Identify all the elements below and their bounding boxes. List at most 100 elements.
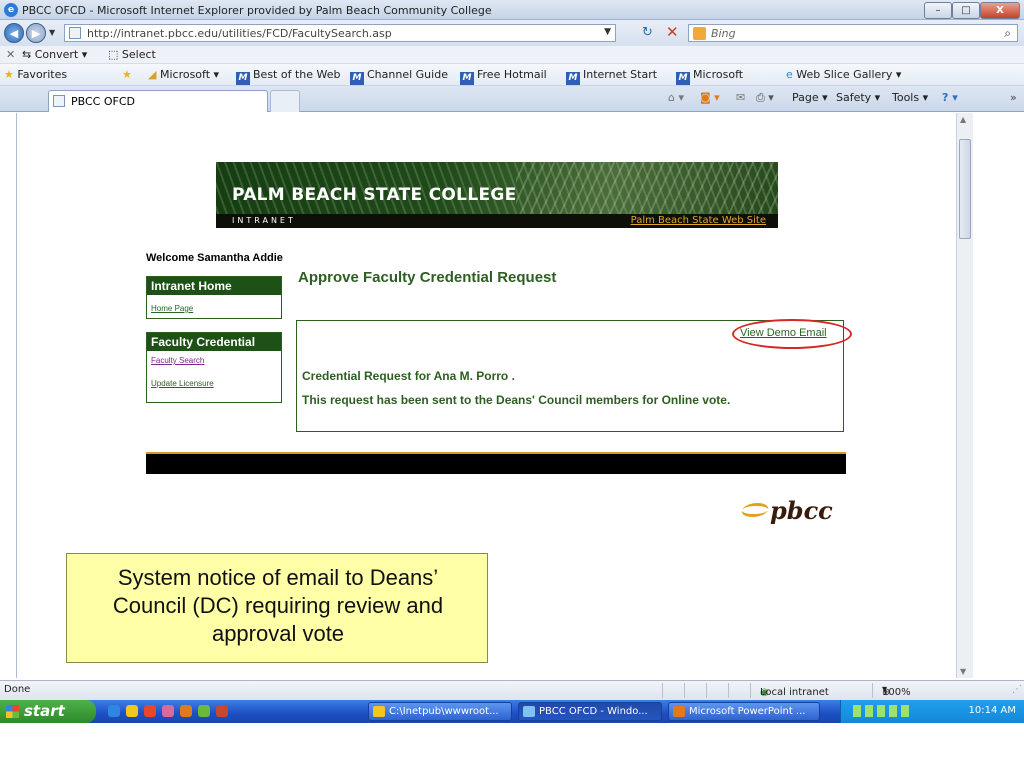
callout-text: System notice of email to Deans’ Council… [112, 565, 444, 646]
search-placeholder: Bing [711, 27, 736, 40]
college-name: PALM BEACH STATE COLLEGE [232, 185, 517, 205]
highlight-ellipse [732, 319, 852, 349]
favorites-item-web-slice-gallery[interactable]: e Web Slice Gallery ▾ [786, 68, 901, 81]
new-tab-button[interactable] [270, 90, 300, 112]
status-text: Done [4, 684, 31, 695]
request-sent-message: This request has been sent to the Deans'… [302, 393, 731, 407]
forward-button[interactable]: ▶ [26, 23, 46, 43]
footer-bar [146, 452, 846, 474]
home-page-link[interactable]: Home Page [151, 304, 193, 313]
msn-icon: M [566, 72, 580, 85]
scroll-down-icon[interactable]: ▼ [960, 667, 966, 676]
powerpoint-icon [673, 706, 685, 717]
intranet-label: INTRANET [232, 216, 296, 225]
stop-icon[interactable]: ✕ [666, 23, 679, 41]
feeds-icon[interactable]: ◙ ▾ [700, 91, 720, 104]
address-bar[interactable]: http://intranet.pbcc.edu/utilities/FCD/F… [64, 24, 616, 42]
intranet-home-box: Intranet Home Home Page [146, 276, 282, 319]
college-site-link[interactable]: Palm Beach State Web Site [631, 215, 766, 226]
system-tray: 10:14 AM [840, 700, 1024, 723]
favorites-item-microsoft-2[interactable]: M Microsoft [676, 68, 743, 85]
history-dropdown-icon[interactable]: ▼ [49, 28, 55, 37]
favorites-bar: ★ Favorites ★ ◢ Microsoft ▾ M Best of the… [0, 64, 1024, 86]
add-favorite-icon[interactable]: ★ [122, 68, 132, 81]
window-edge [973, 113, 1024, 678]
pbcc-logo: pbcc [739, 496, 833, 525]
favorites-item-channel-guide[interactable]: M Channel Guide [350, 68, 448, 85]
faculty-credential-box: Faculty Credential Faculty Search Update… [146, 332, 282, 403]
ie-logo-icon: e [4, 3, 18, 17]
faculty-search-link[interactable]: Faculty Search [151, 356, 204, 365]
annotation-callout: System notice of email to Deans’ Council… [66, 553, 488, 663]
request-for-text: Credential Request for Ana M. Porro . [302, 369, 515, 383]
tray-icons[interactable] [853, 705, 913, 717]
page-icon [69, 27, 81, 39]
resize-grip-icon[interactable]: ⋰ [1012, 684, 1022, 695]
favorites-item-microsoft[interactable]: ◢ Microsoft ▾ [148, 68, 219, 81]
quicklaunch-outlook-icon[interactable] [144, 705, 156, 717]
palm-decoration [516, 162, 778, 214]
favorites-item-internet-start[interactable]: M Internet Start [566, 68, 657, 85]
favorites-item-best-of-web[interactable]: M Best of the Web [236, 68, 340, 85]
convert-button[interactable]: ⇆ Convert ▾ [22, 48, 87, 61]
windows-logo-icon [6, 705, 19, 718]
overflow-chevron-icon[interactable]: » [1010, 91, 1017, 104]
task-ie-pbcc[interactable]: PBCC OFCD - Windo... [518, 702, 662, 721]
address-row: ◀ ▶ ▼ http://intranet.pbcc.edu/utilities… [0, 20, 1024, 46]
quicklaunch-ie-icon[interactable] [108, 705, 120, 717]
close-button[interactable]: X [980, 2, 1020, 19]
quicklaunch-powerpoint-icon[interactable] [180, 705, 192, 717]
back-button[interactable]: ◀ [4, 23, 24, 43]
safety-menu[interactable]: Safety ▾ [836, 91, 880, 104]
quicklaunch-folder-icon[interactable] [126, 705, 138, 717]
address-dropdown-icon[interactable]: ▼ [604, 27, 611, 37]
tab-pbcc-ofcd[interactable]: PBCC OFCD [48, 90, 268, 112]
start-button[interactable]: start [0, 700, 96, 723]
welcome-text: Welcome Samantha Addie [146, 252, 283, 264]
page-icon [53, 95, 65, 107]
ie-icon: e [786, 68, 793, 81]
favorites-item-free-hotmail[interactable]: M Free Hotmail [460, 68, 547, 85]
quicklaunch-calendar-icon[interactable] [198, 705, 210, 717]
zoom-control[interactable]: ⊕ 100% ▾ [882, 684, 911, 698]
search-icon[interactable]: ⌕ [1004, 26, 1011, 41]
window-title: PBCC OFCD - Microsoft Internet Explorer … [22, 4, 492, 17]
msn-icon: M [460, 72, 474, 85]
bing-icon [693, 27, 706, 40]
select-button[interactable]: ⬚ Select [108, 48, 156, 61]
logo-swoosh-icon [739, 503, 771, 517]
update-licensure-link[interactable]: Update Licensure [151, 379, 214, 388]
quicklaunch-app-icon[interactable] [162, 705, 174, 717]
quicklaunch-office-icon[interactable] [216, 705, 228, 717]
help-icon[interactable]: ? ▾ [942, 91, 958, 104]
maximize-button[interactable]: □ [952, 2, 980, 19]
slide-margin [0, 723, 1024, 768]
msn-icon: M [350, 72, 364, 85]
vertical-scrollbar[interactable]: ▲ ▼ [956, 113, 973, 678]
home-icon[interactable]: ⌂ ▾ [668, 91, 684, 104]
page-title: Approve Faculty Credential Request [298, 269, 557, 286]
intranet-home-title: Intranet Home [147, 277, 281, 295]
address-url: http://intranet.pbcc.edu/utilities/FCD/F… [87, 27, 392, 40]
favorites-button[interactable]: ★ Favorites [4, 68, 67, 81]
tools-menu[interactable]: Tools ▾ [892, 91, 928, 104]
task-explorer[interactable]: C:\Inetpub\wwwroot... [368, 702, 512, 721]
minimize-button[interactable]: – [924, 2, 952, 19]
scroll-up-icon[interactable]: ▲ [960, 115, 966, 124]
search-input[interactable]: Bing ⌕ [688, 24, 1018, 42]
folder-icon [373, 706, 385, 717]
title-bar: e PBCC OFCD - Microsoft Internet Explore… [0, 0, 1024, 20]
print-icon[interactable]: ⎙ ▾ [756, 91, 774, 105]
convert-toolbar: ✕ ⇆ Convert ▾ ⬚ Select [0, 46, 1024, 64]
task-powerpoint[interactable]: Microsoft PowerPoint ... [668, 702, 820, 721]
windows-taskbar: start C:\Inetpub\wwwroot... PBCC OFCD - … [0, 700, 1024, 723]
scroll-thumb[interactable] [959, 139, 971, 239]
clock: 10:14 AM [968, 705, 1016, 716]
mail-icon[interactable]: ✉ [736, 91, 745, 104]
close-toolbar-icon[interactable]: ✕ [6, 48, 15, 61]
refresh-icon[interactable]: ↻ [642, 25, 653, 40]
ie-icon [523, 706, 535, 717]
college-banner: PALM BEACH STATE COLLEGE INTRANET Palm B… [216, 162, 778, 228]
page-menu[interactable]: Page ▾ [792, 91, 828, 104]
msn-icon: M [236, 72, 250, 85]
